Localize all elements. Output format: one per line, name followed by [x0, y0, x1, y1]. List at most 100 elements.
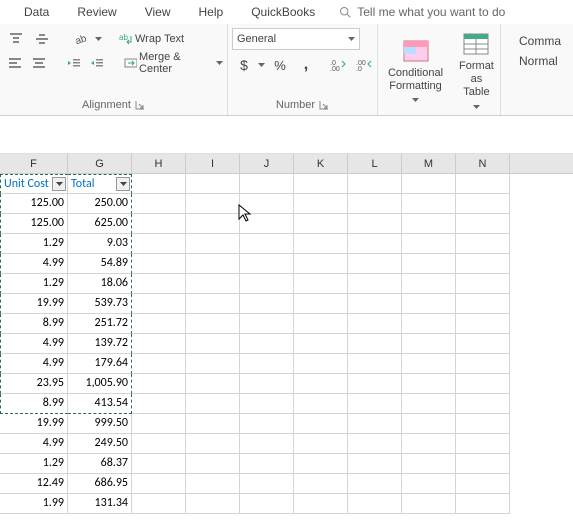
- cell[interactable]: [348, 454, 402, 474]
- table-header-total[interactable]: Total: [68, 174, 132, 194]
- cell[interactable]: [402, 434, 456, 454]
- cell[interactable]: [294, 354, 348, 374]
- cell[interactable]: 1.29: [0, 454, 68, 474]
- cell[interactable]: 8.99: [0, 394, 68, 414]
- cell[interactable]: [294, 194, 348, 214]
- col-header-J[interactable]: J: [240, 154, 294, 173]
- cell[interactable]: [240, 334, 294, 354]
- cell[interactable]: [294, 494, 348, 514]
- col-header-M[interactable]: M: [402, 154, 456, 173]
- comma-format-icon[interactable]: ,: [294, 54, 318, 76]
- menu-quickbooks[interactable]: QuickBooks: [237, 1, 329, 23]
- wrap-text-button[interactable]: ab Wrap Text: [114, 28, 189, 50]
- cell[interactable]: [132, 414, 186, 434]
- cell[interactable]: 19.99: [0, 414, 68, 434]
- cell-style-normal[interactable]: Normal: [511, 52, 569, 70]
- format-as-table-button[interactable]: Format asTable: [453, 28, 500, 117]
- cell[interactable]: [186, 434, 240, 454]
- cell[interactable]: [240, 434, 294, 454]
- align-middle-icon[interactable]: [30, 28, 54, 50]
- cell[interactable]: 1,005.90: [68, 374, 132, 394]
- spreadsheet-grid[interactable]: F G H I J K L M N Unit CostTotal125.0025…: [0, 154, 573, 514]
- merge-dropdown[interactable]: [216, 52, 223, 74]
- cell[interactable]: [132, 374, 186, 394]
- cell[interactable]: [132, 474, 186, 494]
- cell[interactable]: [294, 414, 348, 434]
- cell[interactable]: [240, 494, 294, 514]
- cell[interactable]: [402, 214, 456, 234]
- cell[interactable]: 1.29: [0, 274, 68, 294]
- cell[interactable]: [348, 474, 402, 494]
- cell[interactable]: [132, 454, 186, 474]
- cell[interactable]: [294, 394, 348, 414]
- cell[interactable]: [294, 254, 348, 274]
- cell[interactable]: 1.99: [0, 494, 68, 514]
- cell[interactable]: [348, 434, 402, 454]
- cell[interactable]: [456, 254, 510, 274]
- menu-review[interactable]: Review: [63, 1, 130, 23]
- col-header-K[interactable]: K: [294, 154, 348, 173]
- cell[interactable]: [132, 214, 186, 234]
- cell[interactable]: [348, 354, 402, 374]
- cell[interactable]: [402, 414, 456, 434]
- cell[interactable]: [240, 234, 294, 254]
- cell[interactable]: [456, 474, 510, 494]
- alignment-launcher-icon[interactable]: [135, 100, 145, 110]
- cell[interactable]: [294, 434, 348, 454]
- cell[interactable]: [186, 414, 240, 434]
- percent-format-icon[interactable]: %: [268, 54, 292, 76]
- cell[interactable]: [456, 354, 510, 374]
- cell[interactable]: [186, 314, 240, 334]
- cell[interactable]: [186, 394, 240, 414]
- cell[interactable]: [240, 354, 294, 374]
- cell[interactable]: [132, 174, 186, 194]
- col-header-F[interactable]: F: [0, 154, 68, 173]
- cell[interactable]: [348, 274, 402, 294]
- cell[interactable]: [132, 334, 186, 354]
- align-left-icon[interactable]: [4, 52, 26, 74]
- cell[interactable]: 8.99: [0, 314, 68, 334]
- cell[interactable]: [186, 274, 240, 294]
- cell[interactable]: [348, 334, 402, 354]
- cell[interactable]: [240, 414, 294, 434]
- cell[interactable]: 9.03: [68, 234, 132, 254]
- cell[interactable]: [294, 314, 348, 334]
- accounting-format-icon[interactable]: $: [232, 54, 256, 76]
- cell[interactable]: [348, 494, 402, 514]
- cell[interactable]: [240, 254, 294, 274]
- cell[interactable]: 4.99: [0, 254, 68, 274]
- cell[interactable]: 413.54: [68, 394, 132, 414]
- cell[interactable]: [456, 274, 510, 294]
- number-format-select[interactable]: General: [232, 28, 360, 50]
- cell[interactable]: [402, 234, 456, 254]
- col-header-N[interactable]: N: [456, 154, 510, 173]
- cell[interactable]: 125.00: [0, 194, 68, 214]
- cell[interactable]: [240, 214, 294, 234]
- cell[interactable]: [402, 274, 456, 294]
- cell[interactable]: [186, 454, 240, 474]
- cell[interactable]: 249.50: [68, 434, 132, 454]
- cell[interactable]: [186, 214, 240, 234]
- cell[interactable]: [456, 234, 510, 254]
- number-launcher-icon[interactable]: [319, 100, 329, 110]
- menu-view[interactable]: View: [131, 1, 185, 23]
- filter-button[interactable]: [52, 177, 66, 191]
- cell[interactable]: [186, 254, 240, 274]
- cell[interactable]: [186, 234, 240, 254]
- cell[interactable]: [132, 274, 186, 294]
- cell[interactable]: 54.89: [68, 254, 132, 274]
- accounting-dropdown[interactable]: [258, 54, 266, 76]
- cell[interactable]: [132, 434, 186, 454]
- cell[interactable]: [456, 394, 510, 414]
- col-header-I[interactable]: I: [186, 154, 240, 173]
- cell[interactable]: [456, 194, 510, 214]
- cell[interactable]: [456, 434, 510, 454]
- cell[interactable]: [186, 374, 240, 394]
- filter-button[interactable]: [116, 177, 130, 191]
- cell[interactable]: [294, 234, 348, 254]
- cell-style-comma[interactable]: Comma: [511, 32, 569, 50]
- cell[interactable]: 999.50: [68, 414, 132, 434]
- conditional-formatting-button[interactable]: ConditionalFormatting: [382, 28, 449, 117]
- cell[interactable]: [348, 414, 402, 434]
- cell[interactable]: [456, 214, 510, 234]
